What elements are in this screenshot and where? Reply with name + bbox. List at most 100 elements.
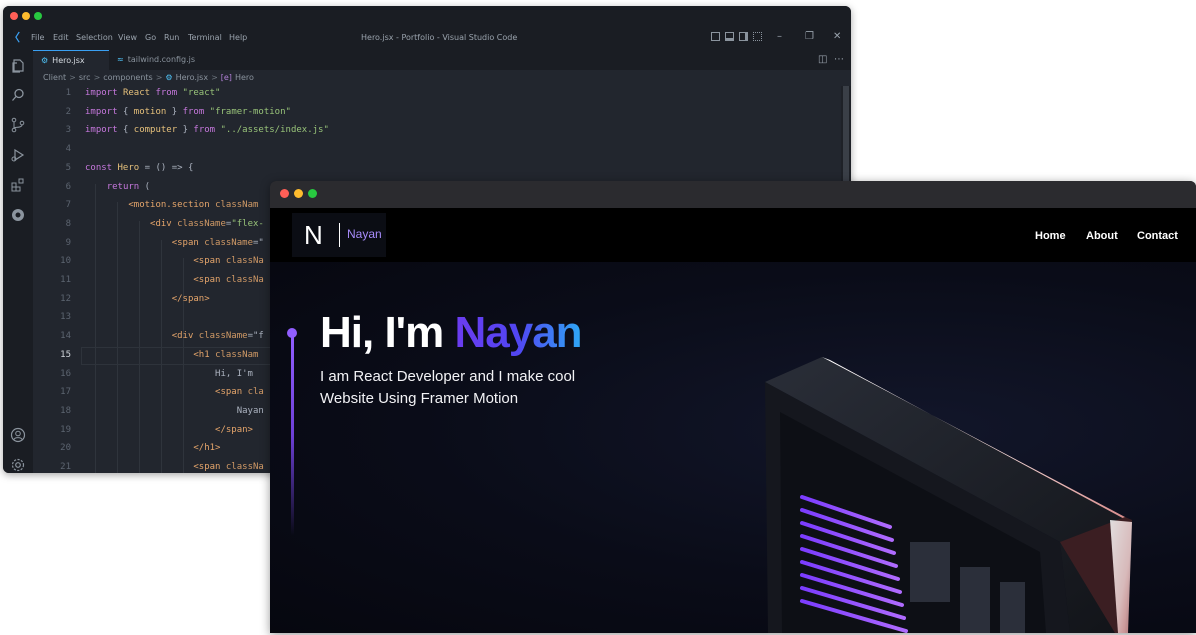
logo-name: Nayan — [347, 227, 382, 241]
account-icon[interactable] — [10, 427, 26, 443]
code-token: <div — [171, 331, 199, 342]
close-icon[interactable]: ✕ — [833, 31, 841, 42]
hero-section: Hi, I'm Nayan I am React Developer and I… — [270, 262, 1196, 633]
code-line[interactable]: return ( — [85, 182, 150, 192]
toggle-sidebar-icon[interactable] — [711, 32, 720, 41]
minimize-window-button[interactable] — [22, 12, 30, 20]
tab-hero-jsx[interactable]: ⚙ Hero.jsx — [33, 50, 109, 70]
toggle-panel-icon[interactable] — [725, 32, 734, 41]
menu-run[interactable]: Run — [164, 33, 179, 42]
code-line[interactable]: </span> — [85, 294, 210, 304]
nav-contact[interactable]: Contact — [1137, 230, 1178, 242]
symbol-variable-icon: [e] — [220, 73, 232, 82]
code-line[interactable]: </h1> — [85, 443, 220, 453]
minimize-icon[interactable]: – — [777, 31, 782, 42]
code-token: =" — [253, 237, 264, 248]
minimize-window-button[interactable] — [294, 189, 303, 198]
breadcrumb-src[interactable]: src — [79, 73, 91, 82]
breadcrumb-symbol[interactable]: Hero — [235, 73, 254, 82]
search-icon[interactable] — [10, 87, 26, 103]
code-token: Nayan — [85, 405, 264, 416]
zoom-window-button[interactable] — [308, 189, 317, 198]
settings-gear-icon[interactable] — [10, 457, 26, 473]
code-line[interactable]: <span cla — [85, 387, 264, 397]
menu-terminal[interactable]: Terminal — [188, 33, 222, 42]
logo-divider — [339, 223, 340, 247]
restore-icon[interactable]: ❐ — [805, 31, 814, 42]
line-number: 3 — [65, 125, 71, 136]
tab-tailwind-config[interactable]: ≈ tailwind.config.js — [109, 50, 225, 70]
code-line[interactable]: const Hero = () => { — [85, 163, 193, 173]
code-line[interactable]: <div className="f — [85, 331, 264, 341]
editor-tabs: ⚙ Hero.jsx ≈ tailwind.config.js ◫ ⋯ — [33, 50, 851, 70]
code-token: Hi, I'm — [85, 368, 253, 379]
more-actions-icon[interactable]: ⋯ — [834, 54, 844, 65]
toggle-secondary-sidebar-icon[interactable] — [739, 32, 748, 41]
code-line[interactable]: <h1 classNam — [85, 350, 258, 360]
split-editor-icon[interactable]: ◫ — [818, 54, 827, 65]
source-control-icon[interactable] — [10, 117, 26, 133]
breadcrumb-client[interactable]: Client — [43, 73, 66, 82]
menu-go[interactable]: Go — [145, 33, 156, 42]
line-number: 9 — [65, 237, 71, 248]
customize-layout-icon[interactable] — [753, 32, 762, 41]
menu-file[interactable]: File — [31, 33, 44, 42]
code-token: classNa — [225, 275, 264, 285]
run-debug-icon[interactable] — [10, 147, 26, 163]
close-window-button[interactable] — [10, 12, 18, 20]
breadcrumb-file[interactable]: Hero.jsx — [176, 73, 208, 82]
code-line[interactable]: Hi, I'm — [85, 369, 253, 379]
code-token: <span — [193, 275, 226, 285]
code-token: classNam — [215, 200, 259, 211]
menu-selection[interactable]: Selection — [76, 33, 113, 42]
site-logo[interactable]: N Nayan — [292, 213, 386, 257]
line-number: 17 — [60, 387, 71, 398]
breadcrumb-components[interactable]: components — [103, 73, 152, 82]
hero-heading: Hi, I'm Nayan — [320, 308, 583, 358]
code-line[interactable]: <motion.section classNam — [85, 200, 258, 210]
code-line[interactable]: <div className="flex- — [85, 219, 264, 229]
activity-bar — [3, 50, 33, 473]
line-number: 20 — [60, 443, 71, 454]
menu-bar: 〈 File Edit Selection View Go Run Termin… — [3, 26, 851, 50]
code-line[interactable]: <span classNa — [85, 256, 263, 266]
code-token: <span — [171, 237, 205, 248]
menu-help[interactable]: Help — [229, 33, 247, 42]
tab-label: Hero.jsx — [52, 56, 85, 65]
code-line[interactable]: <span classNa — [85, 275, 264, 285]
code-line[interactable]: import React from "react" — [85, 88, 220, 98]
logo-letter: N — [304, 220, 323, 250]
code-line[interactable]: <span classNa — [85, 462, 263, 472]
code-line[interactable]: Nayan — [85, 406, 264, 416]
extensions-icon[interactable] — [10, 177, 26, 193]
code-token: { — [122, 125, 134, 136]
react-file-icon: ⚙ — [165, 73, 173, 82]
chevron-right-icon: > — [211, 73, 218, 82]
zoom-window-button[interactable] — [34, 12, 42, 20]
nav-about[interactable]: About — [1086, 230, 1118, 242]
code-line[interactable]: import { computer } from "../assets/inde… — [85, 125, 329, 135]
code-line[interactable]: </span> — [85, 425, 253, 435]
remote-explorer-icon[interactable] — [10, 207, 26, 223]
code-token: </h1> — [193, 443, 221, 454]
close-window-button[interactable] — [280, 189, 289, 198]
vscode-logo-icon: 〈 — [9, 31, 20, 44]
code-line[interactable]: import { motion } from "framer-motion" — [85, 107, 291, 117]
line-number: 15 — [60, 349, 71, 360]
nav-home[interactable]: Home — [1035, 230, 1066, 242]
code-token: className — [198, 331, 248, 342]
code-token: import — [85, 106, 123, 117]
menu-edit[interactable]: Edit — [53, 33, 69, 42]
menu-view[interactable]: View — [118, 33, 137, 42]
code-token: "react" — [182, 88, 221, 98]
explorer-icon[interactable] — [10, 58, 26, 74]
code-token: <span — [193, 462, 226, 472]
code-line[interactable]: <span className=" — [85, 238, 264, 248]
